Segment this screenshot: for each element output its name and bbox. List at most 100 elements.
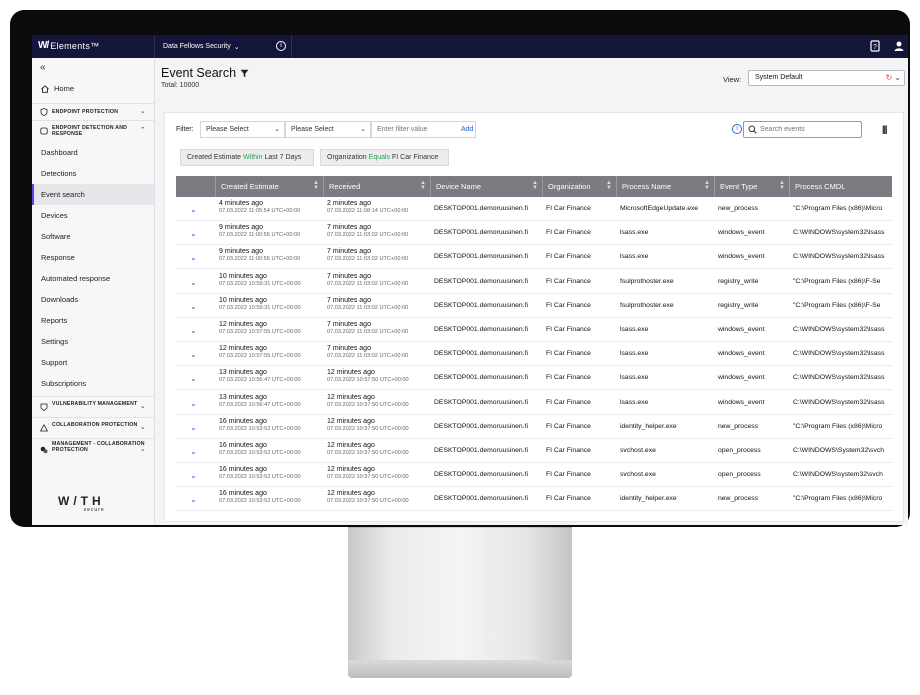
- sort-icon[interactable]: ▲ ▼: [532, 180, 538, 191]
- add-filter-button[interactable]: Add: [461, 126, 473, 133]
- sidebar-group-endpoint-protection[interactable]: ENDPOINT PROTECTION ⌄: [32, 103, 154, 119]
- sidebar-item-home[interactable]: Home: [32, 78, 154, 99]
- column-header-received[interactable]: Received ▲ ▼: [323, 176, 430, 197]
- filter-field-select[interactable]: Please Select ⌄: [200, 121, 285, 138]
- search-events-box[interactable]: [743, 121, 862, 138]
- collaboration-icon: [40, 423, 48, 431]
- table-row[interactable]: ⌄ 16 minutes ago 07.03.2022 10:53:52 UTC+0…: [176, 439, 892, 463]
- collapse-sidebar-icon[interactable]: «: [40, 62, 46, 73]
- chip-operator: Within: [243, 154, 263, 161]
- edr-icon: [40, 127, 48, 135]
- relative-time: 16 minutes ago: [219, 442, 267, 449]
- sidebar-item-downloads[interactable]: Downloads: [32, 289, 154, 310]
- expand-row-chevron-icon[interactable]: ⌄: [190, 399, 197, 408]
- chip-value: Last 7 Days: [264, 154, 302, 161]
- table-row[interactable]: ⌄ 4 minutes ago 07.03.2022 11:05:54 UTC+00…: [176, 197, 892, 221]
- sidebar-group-collaboration[interactable]: COLLABORATION PROTECTION ⌄: [32, 417, 154, 437]
- brand-logo[interactable]: W/ Elements™: [38, 40, 99, 51]
- expand-row-chevron-icon[interactable]: ⌄: [190, 374, 197, 383]
- table-row[interactable]: ⌄ 16 minutes ago 07.03.2022 10:53:52 UTC+0…: [176, 463, 892, 488]
- cell-created-estimate: 12 minutes ago 07.03.2022 10:57:55 UTC+00…: [215, 342, 323, 366]
- user-icon[interactable]: [894, 40, 904, 52]
- table-row[interactable]: ⌄ 9 minutes ago 07.03.2022 11:00:56 UTC+00…: [176, 245, 892, 270]
- reset-icon[interactable]: ↻: [886, 73, 893, 82]
- cell-organization: FI Car Finance: [546, 374, 591, 382]
- filter-operator-value: Please Select: [291, 126, 334, 133]
- expand-row-chevron-icon[interactable]: ⌄: [190, 302, 197, 311]
- table-row[interactable]: ⌄ 9 minutes ago 07.03.2022 11:00:56 UTC+00…: [176, 221, 892, 246]
- expand-row-chevron-icon[interactable]: ⌄: [190, 423, 197, 432]
- filter-chip-organization[interactable]: Organization Equals FI Car Finance: [320, 149, 449, 166]
- sort-icon[interactable]: ▲ ▼: [779, 180, 785, 191]
- relative-time: 7 minutes ago: [327, 248, 371, 256]
- sidebar-group-management-collaboration[interactable]: MANAGEMENT - COLLABORATION PROTECTION ⌄: [32, 438, 154, 460]
- sidebar-item-response[interactable]: Response: [32, 247, 154, 268]
- expand-row-chevron-icon[interactable]: ⌄: [190, 278, 197, 287]
- relative-time: 2 minutes ago: [327, 200, 371, 207]
- filter-operator-select[interactable]: Please Select ⌄: [285, 121, 371, 138]
- column-header-process-cmdl[interactable]: Process CMDL: [789, 176, 892, 197]
- sidebar-item-detections[interactable]: Detections: [32, 163, 154, 184]
- search-events-input[interactable]: [760, 124, 858, 135]
- cell-event-type: windows_event: [718, 398, 765, 406]
- table-row[interactable]: ⌄ 12 minutes ago 07.03.2022 10:57:55 UTC+0…: [176, 318, 892, 342]
- organization-selector[interactable]: Data Fellows Security ⌄: [154, 35, 292, 58]
- info-icon[interactable]: i: [276, 41, 286, 51]
- sidebar-group-vulnerability[interactable]: VULNERABILITY MANAGEMENT ⌄: [32, 396, 154, 416]
- columns-icon[interactable]: |||: [882, 124, 887, 134]
- sidebar-group-edr[interactable]: ENDPOINT DETECTION AND RESPONSE ⌃: [32, 120, 154, 141]
- shield-icon: [40, 107, 48, 116]
- filter-chip-created-estimate[interactable]: Created Estimate Within Last 7 Days: [180, 149, 314, 166]
- table-row[interactable]: ⌄ 16 minutes ago 07.03.2022 10:53:52 UTC+0…: [176, 487, 892, 512]
- help-book-icon[interactable]: ?: [870, 40, 880, 52]
- column-header-process-name[interactable]: Process Name ▲ ▼: [616, 176, 714, 197]
- column-header-label: Created Estimate: [221, 182, 279, 191]
- sort-icon[interactable]: ▲ ▼: [420, 180, 426, 191]
- column-header-label: Device Name: [436, 182, 482, 191]
- cell-received: 7 minutes ago 07.03.2022 11:03:02 UTC+00:…: [323, 245, 430, 269]
- sidebar-item-support[interactable]: Support: [32, 352, 154, 373]
- sidebar-item-subscriptions[interactable]: Subscriptions: [32, 373, 154, 394]
- sidebar-item-settings[interactable]: Settings: [32, 331, 154, 352]
- page-title: Event Search: [161, 66, 249, 80]
- cell-organization: FI Car Finance: [546, 422, 591, 430]
- sidebar-item-dashboard[interactable]: Dashboard: [32, 142, 154, 163]
- column-header-organization[interactable]: Organization ▲ ▼: [542, 176, 616, 197]
- sidebar-item-automated-response[interactable]: Automated response: [32, 268, 154, 289]
- expand-row-chevron-icon[interactable]: ⌄: [190, 253, 197, 262]
- column-header-event-type[interactable]: Event Type ▲ ▼: [714, 176, 789, 197]
- table-row[interactable]: ⌄ 10 minutes ago 07.03.2022 10:59:31 UTC+0…: [176, 269, 892, 294]
- table-row[interactable]: ⌄ 12 minutes ago 07.03.2022 10:57:55 UTC+0…: [176, 342, 892, 367]
- sort-icon[interactable]: ▲ ▼: [313, 180, 319, 191]
- view-select[interactable]: System Default ↻ ⌄: [748, 70, 905, 86]
- timestamp: 07.03.2022 11:05:54 UTC+00:00: [219, 208, 301, 214]
- cell-process-cmdl: C:\WINDOWS\system32\lsass: [793, 398, 885, 406]
- sidebar-item-reports[interactable]: Reports: [32, 310, 154, 331]
- table-row[interactable]: ⌄ 13 minutes ago 07.03.2022 10:56:47 UTC+0…: [176, 366, 892, 391]
- sort-icon[interactable]: ▲ ▼: [704, 180, 710, 191]
- sidebar-item-label: Reports: [41, 316, 68, 325]
- sidebar-group-label: COLLABORATION PROTECTION: [52, 422, 138, 428]
- expand-row-chevron-icon[interactable]: ⌄: [190, 350, 197, 359]
- expand-row-chevron-icon[interactable]: ⌄: [190, 205, 197, 214]
- expand-row-chevron-icon[interactable]: ⌄: [190, 447, 197, 456]
- expand-row-chevron-icon[interactable]: ⌄: [190, 471, 197, 480]
- table-row[interactable]: ⌄ 16 minutes ago 07.03.2022 10:53:52 UTC+0…: [176, 414, 892, 439]
- relative-time: 10 minutes ago: [219, 272, 267, 280]
- expand-row-chevron-icon[interactable]: ⌄: [190, 495, 197, 504]
- sort-icon[interactable]: ▲ ▼: [606, 180, 612, 191]
- cell-created-estimate: 16 minutes ago 07.03.2022 10:53:52 UTC+00…: [215, 415, 323, 439]
- info-icon[interactable]: i: [732, 124, 742, 134]
- sidebar-item-event-search[interactable]: Event search: [32, 184, 154, 205]
- table-row[interactable]: ⌄ 10 minutes ago 07.03.2022 10:59:31 UTC+0…: [176, 293, 892, 318]
- sidebar-item-devices[interactable]: Devices: [32, 205, 154, 226]
- expand-row-chevron-icon[interactable]: ⌄: [190, 229, 197, 238]
- table-row[interactable]: ⌄ 13 minutes ago 07.03.2022 10:56:47 UTC+0…: [176, 390, 892, 415]
- expand-row-chevron-icon[interactable]: ⌄: [190, 326, 197, 335]
- column-header-device-name[interactable]: Device Name ▲ ▼: [430, 176, 542, 197]
- sidebar-item-software[interactable]: Software: [32, 226, 154, 247]
- cell-process-name: lsass.exe: [620, 326, 649, 333]
- timestamp: 07.03.2022 11:08:14 UTC+00:00: [327, 208, 409, 214]
- filter-funnel-icon[interactable]: [240, 69, 249, 78]
- column-header-created-estimate[interactable]: Created Estimate ▲ ▼: [215, 176, 323, 197]
